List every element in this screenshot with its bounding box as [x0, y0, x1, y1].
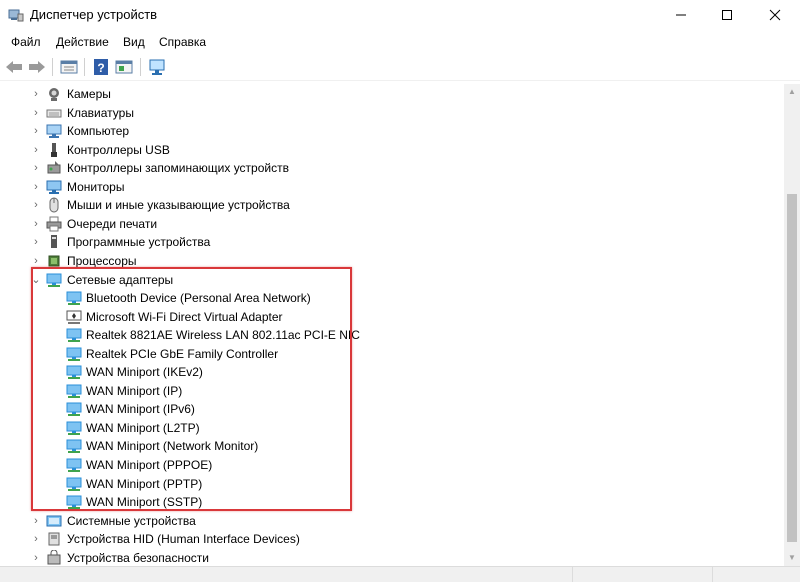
chevron-right-icon[interactable]: ›: [31, 552, 41, 564]
usb-icon: [51, 142, 57, 157]
tree-category-row[interactable]: › Системные устройства: [0, 512, 784, 531]
help-button[interactable]: ?: [90, 56, 112, 78]
tree-category-row[interactable]: › Компьютер: [0, 122, 784, 141]
chevron-right-icon[interactable]: ›: [31, 107, 41, 119]
tree-category-label: Мониторы: [67, 179, 125, 194]
minimize-icon: [676, 14, 686, 16]
back-button[interactable]: [3, 56, 25, 78]
chevron-right-icon[interactable]: ›: [31, 236, 41, 248]
tree-category-label: Контроллеры USB: [67, 142, 170, 157]
tree-category-row[interactable]: › Мыши и иные указывающие устройства: [0, 196, 784, 215]
tree-category-row[interactable]: › Очереди печати: [0, 215, 784, 234]
tree-category-row[interactable]: › Устройства безопасности: [0, 549, 784, 566]
close-button[interactable]: [752, 0, 798, 30]
menu-file[interactable]: Файл: [11, 35, 41, 49]
security-device-icon: [47, 549, 61, 565]
printer-icon: [46, 216, 62, 232]
tree-category-label: Камеры: [67, 87, 111, 101]
chevron-right-icon[interactable]: ›: [31, 533, 41, 545]
maximize-icon: [722, 10, 732, 20]
chevron-right-icon[interactable]: ›: [31, 144, 41, 156]
tree-category-row[interactable]: › Контроллеры запоминающих устройств: [0, 159, 784, 178]
forward-arrow-icon: [29, 61, 45, 73]
chevron-right-icon[interactable]: ›: [31, 181, 41, 193]
tree-category-row[interactable]: › Контроллеры USB: [0, 141, 784, 160]
tree-category-row[interactable]: › Клавиатуры: [0, 104, 784, 123]
update-driver-button[interactable]: [113, 56, 135, 78]
hid-icon: [48, 532, 60, 546]
tree-category-label: Очереди печати: [67, 216, 158, 231]
vertical-scrollbar[interactable]: ▲ ▼: [784, 84, 800, 566]
chevron-right-icon[interactable]: ›: [31, 255, 41, 267]
tree-category-row[interactable]: › Устройства HID (Human Interface Devices…: [0, 530, 784, 549]
scan-hardware-button[interactable]: [146, 56, 168, 78]
tree-category-label: Системные устройства: [67, 513, 196, 528]
device-manager-icon: [8, 9, 24, 22]
chevron-right-icon[interactable]: ›: [31, 162, 41, 174]
menu-view[interactable]: Вид: [123, 35, 145, 49]
menu-bar: Файл Действие Вид Справка: [0, 32, 800, 52]
tree-category-label: Устройства HID (Human Interface Devices): [67, 532, 300, 547]
scroll-down-icon[interactable]: ▼: [784, 550, 800, 566]
toolbar: ?: [0, 53, 800, 81]
monitor-icon: [46, 180, 62, 194]
chevron-right-icon[interactable]: ›: [31, 199, 41, 211]
scan-hardware-icon: [149, 59, 165, 75]
tree-category-row[interactable]: › Мониторы: [0, 178, 784, 197]
title-bar: Диспетчер устройств: [0, 0, 800, 30]
update-driver-icon: [115, 60, 133, 74]
tree-category-label: Контроллеры запоминающих устройств: [67, 161, 289, 176]
network-adapters-highlight: [31, 267, 352, 511]
maximize-button[interactable]: [704, 0, 750, 30]
tree-category-label: Мыши и иные указывающие устройства: [67, 198, 290, 213]
scroll-up-icon[interactable]: ▲: [784, 84, 800, 100]
menu-help[interactable]: Справка: [159, 35, 206, 49]
software-device-icon: [51, 235, 57, 249]
chevron-right-icon[interactable]: ›: [31, 515, 41, 527]
tree-category-label: Клавиатуры: [67, 105, 134, 120]
help-icon: ?: [94, 59, 108, 75]
properties-button[interactable]: [58, 56, 80, 78]
scrollbar-thumb[interactable]: [787, 194, 797, 542]
close-icon: [769, 9, 781, 21]
tree-category-row[interactable]: › Программные устройства: [0, 233, 784, 252]
tree-category-label: Устройства безопасности: [67, 550, 209, 565]
tree-category-label: Программные устройства: [67, 235, 211, 250]
mouse-icon: [49, 197, 59, 213]
svg-text:?: ?: [97, 61, 104, 75]
status-bar: [0, 566, 800, 582]
computer-icon: [46, 124, 62, 139]
tree-category-row[interactable]: › Камеры: [0, 85, 784, 104]
forward-button[interactable]: [26, 56, 48, 78]
keyboard-icon: [46, 109, 62, 118]
chevron-right-icon[interactable]: ›: [31, 125, 41, 137]
camera-icon: [49, 88, 59, 101]
back-arrow-icon: [6, 61, 22, 73]
properties-icon: [60, 60, 78, 74]
chevron-right-icon[interactable]: ›: [31, 218, 41, 230]
storage-controller-icon: [47, 161, 61, 174]
minimize-button[interactable]: [658, 0, 704, 30]
menu-action[interactable]: Действие: [56, 35, 109, 49]
system-device-icon: [46, 515, 62, 527]
tree-category-label: Процессоры: [67, 253, 137, 268]
window-title: Диспетчер устройств: [30, 7, 158, 22]
chevron-right-icon[interactable]: ›: [31, 88, 41, 100]
tree-category-label: Компьютер: [67, 124, 130, 139]
